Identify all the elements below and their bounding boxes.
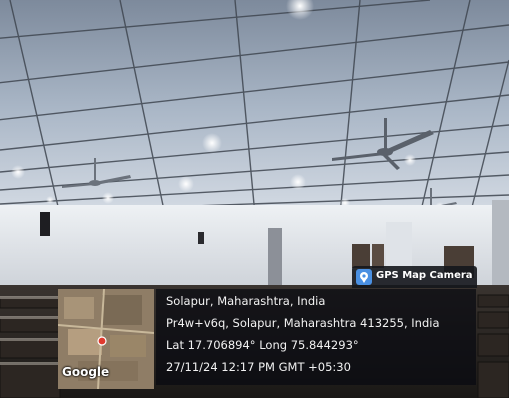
coordinates: Lat 17.706894° Long 75.844293°: [166, 338, 359, 352]
wall-speaker: [198, 232, 204, 244]
google-logo: Google: [62, 365, 110, 379]
door: [372, 244, 384, 268]
door: [352, 244, 370, 268]
place-name: Solapur, Maharashtra, India: [166, 294, 326, 308]
gps-camera-badge: GPS Map Camera: [352, 266, 477, 288]
ceiling: [0, 0, 509, 215]
address: Pr4w+v6q, Solapur, Maharashtra 413255, I…: [166, 316, 440, 330]
location-info: Solapur, Maharashtra, India Pr4w+v6q, So…: [156, 289, 476, 385]
location-marker-icon: [97, 336, 107, 346]
gps-camera-label: GPS Map Camera: [376, 270, 473, 281]
geotag-overlay: Google Solapur, Maharashtra, India Pr4w+…: [58, 289, 476, 389]
wall-speaker: [40, 212, 50, 236]
pillar: [386, 222, 412, 272]
timestamp: 27/11/24 12:17 PM GMT +05:30: [166, 360, 351, 374]
location-pin-icon: [356, 269, 372, 285]
pillar: [268, 228, 282, 288]
